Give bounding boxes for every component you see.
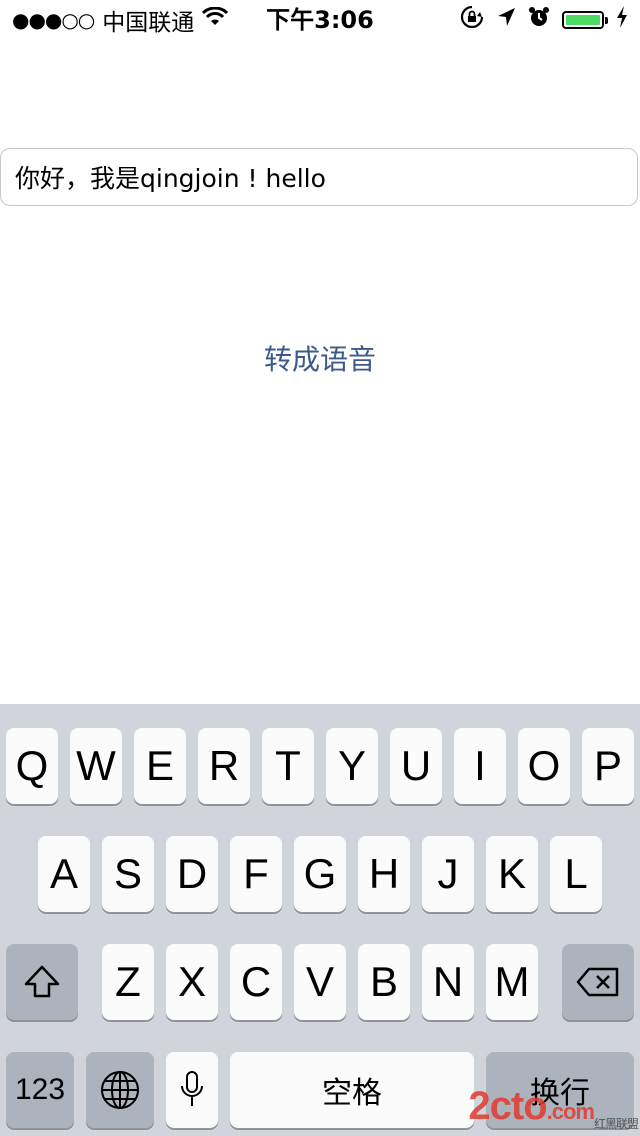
carrier-name: 中国联通 <box>102 10 195 36</box>
key-z[interactable]: Z <box>102 944 154 1020</box>
text-input-container <box>0 148 638 206</box>
key-o[interactable]: O <box>518 728 570 804</box>
key-l[interactable]: L <box>550 836 602 912</box>
wifi-icon <box>202 6 229 33</box>
space-key[interactable]: 空格 <box>230 1052 474 1128</box>
backspace-icon <box>576 967 619 997</box>
key-i[interactable]: I <box>454 728 506 804</box>
status-left: ●●●○○ 中国联通 <box>12 0 229 40</box>
status-bar: ●●●○○ 中国联通 下午3:06 <box>0 0 640 40</box>
key-u[interactable]: U <box>390 728 442 804</box>
location-arrow-icon <box>496 6 516 34</box>
key-q[interactable]: Q <box>6 728 58 804</box>
watermark-sub: 红黑联盟 <box>593 1117 639 1131</box>
key-d[interactable]: D <box>166 836 218 912</box>
globe-icon <box>101 1071 139 1109</box>
key-k[interactable]: K <box>486 836 538 912</box>
signal-strength: ●●●○○ <box>12 8 95 32</box>
alarm-icon <box>528 6 550 34</box>
key-s[interactable]: S <box>102 836 154 912</box>
battery-icon <box>562 11 608 29</box>
shift-key[interactable] <box>6 944 78 1020</box>
key-n[interactable]: N <box>422 944 474 1020</box>
keyboard: Q W E R T Y U I O P A S D F G H J K L Z … <box>0 704 640 1136</box>
microphone-icon <box>181 1071 203 1106</box>
key-y[interactable]: Y <box>326 728 378 804</box>
key-b[interactable]: B <box>358 944 410 1020</box>
globe-key[interactable] <box>86 1052 154 1128</box>
numbers-key[interactable]: 123 <box>6 1052 74 1128</box>
watermark: 2cto.com红黑联盟 <box>468 1084 639 1132</box>
status-right <box>460 0 628 40</box>
text-to-speech-button[interactable]: 转成语音 <box>200 330 440 386</box>
key-m[interactable]: M <box>486 944 538 1020</box>
microphone-key[interactable] <box>166 1052 218 1128</box>
key-w[interactable]: W <box>70 728 122 804</box>
key-v[interactable]: V <box>294 944 346 1020</box>
space-key-label: 空格 <box>322 1077 382 1110</box>
key-x[interactable]: X <box>166 944 218 1020</box>
key-h[interactable]: H <box>358 836 410 912</box>
numbers-key-label: 123 <box>14 1073 66 1106</box>
watermark-suffix: .com <box>546 1099 595 1124</box>
key-g[interactable]: G <box>294 836 346 912</box>
key-a[interactable]: A <box>38 836 90 912</box>
shift-icon <box>24 965 60 998</box>
delete-key[interactable] <box>562 944 634 1020</box>
key-e[interactable]: E <box>134 728 186 804</box>
key-f[interactable]: F <box>230 836 282 912</box>
watermark-text: 2cto <box>468 1084 547 1128</box>
charging-bolt-icon <box>616 6 628 34</box>
key-j[interactable]: J <box>422 836 474 912</box>
orientation-lock-icon <box>460 5 484 35</box>
text-input[interactable] <box>1 149 637 205</box>
battery-level <box>566 15 600 25</box>
key-c[interactable]: C <box>230 944 282 1020</box>
key-t[interactable]: T <box>262 728 314 804</box>
key-r[interactable]: R <box>198 728 250 804</box>
key-p[interactable]: P <box>582 728 634 804</box>
